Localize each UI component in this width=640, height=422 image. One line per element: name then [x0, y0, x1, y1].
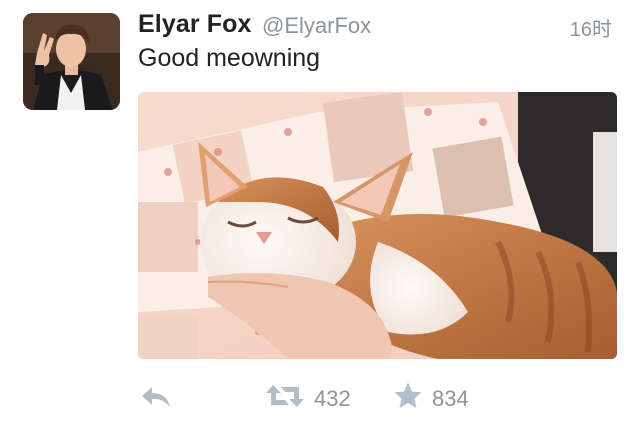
- tweet-text: Good meowning: [138, 44, 321, 72]
- retweet-button[interactable]: 432: [265, 381, 351, 416]
- retweet-icon: [265, 381, 305, 416]
- star-icon: [393, 381, 423, 416]
- tweet-card: Elyar Fox @ElyarFox 16时 Good meowning 43…: [0, 0, 640, 422]
- avatar[interactable]: [23, 13, 120, 110]
- user-handle[interactable]: @ElyarFox: [262, 13, 371, 39]
- favorite-button[interactable]: 834: [393, 381, 469, 416]
- reply-icon: [140, 385, 172, 416]
- reply-button[interactable]: [140, 385, 172, 416]
- display-name[interactable]: Elyar Fox: [138, 10, 251, 39]
- tweet-photo[interactable]: [138, 92, 617, 359]
- retweet-count: 432: [314, 385, 351, 411]
- favorite-count: 834: [432, 385, 469, 411]
- tweet-actions: 432 834: [0, 375, 640, 421]
- timestamp[interactable]: 16时: [570, 13, 612, 42]
